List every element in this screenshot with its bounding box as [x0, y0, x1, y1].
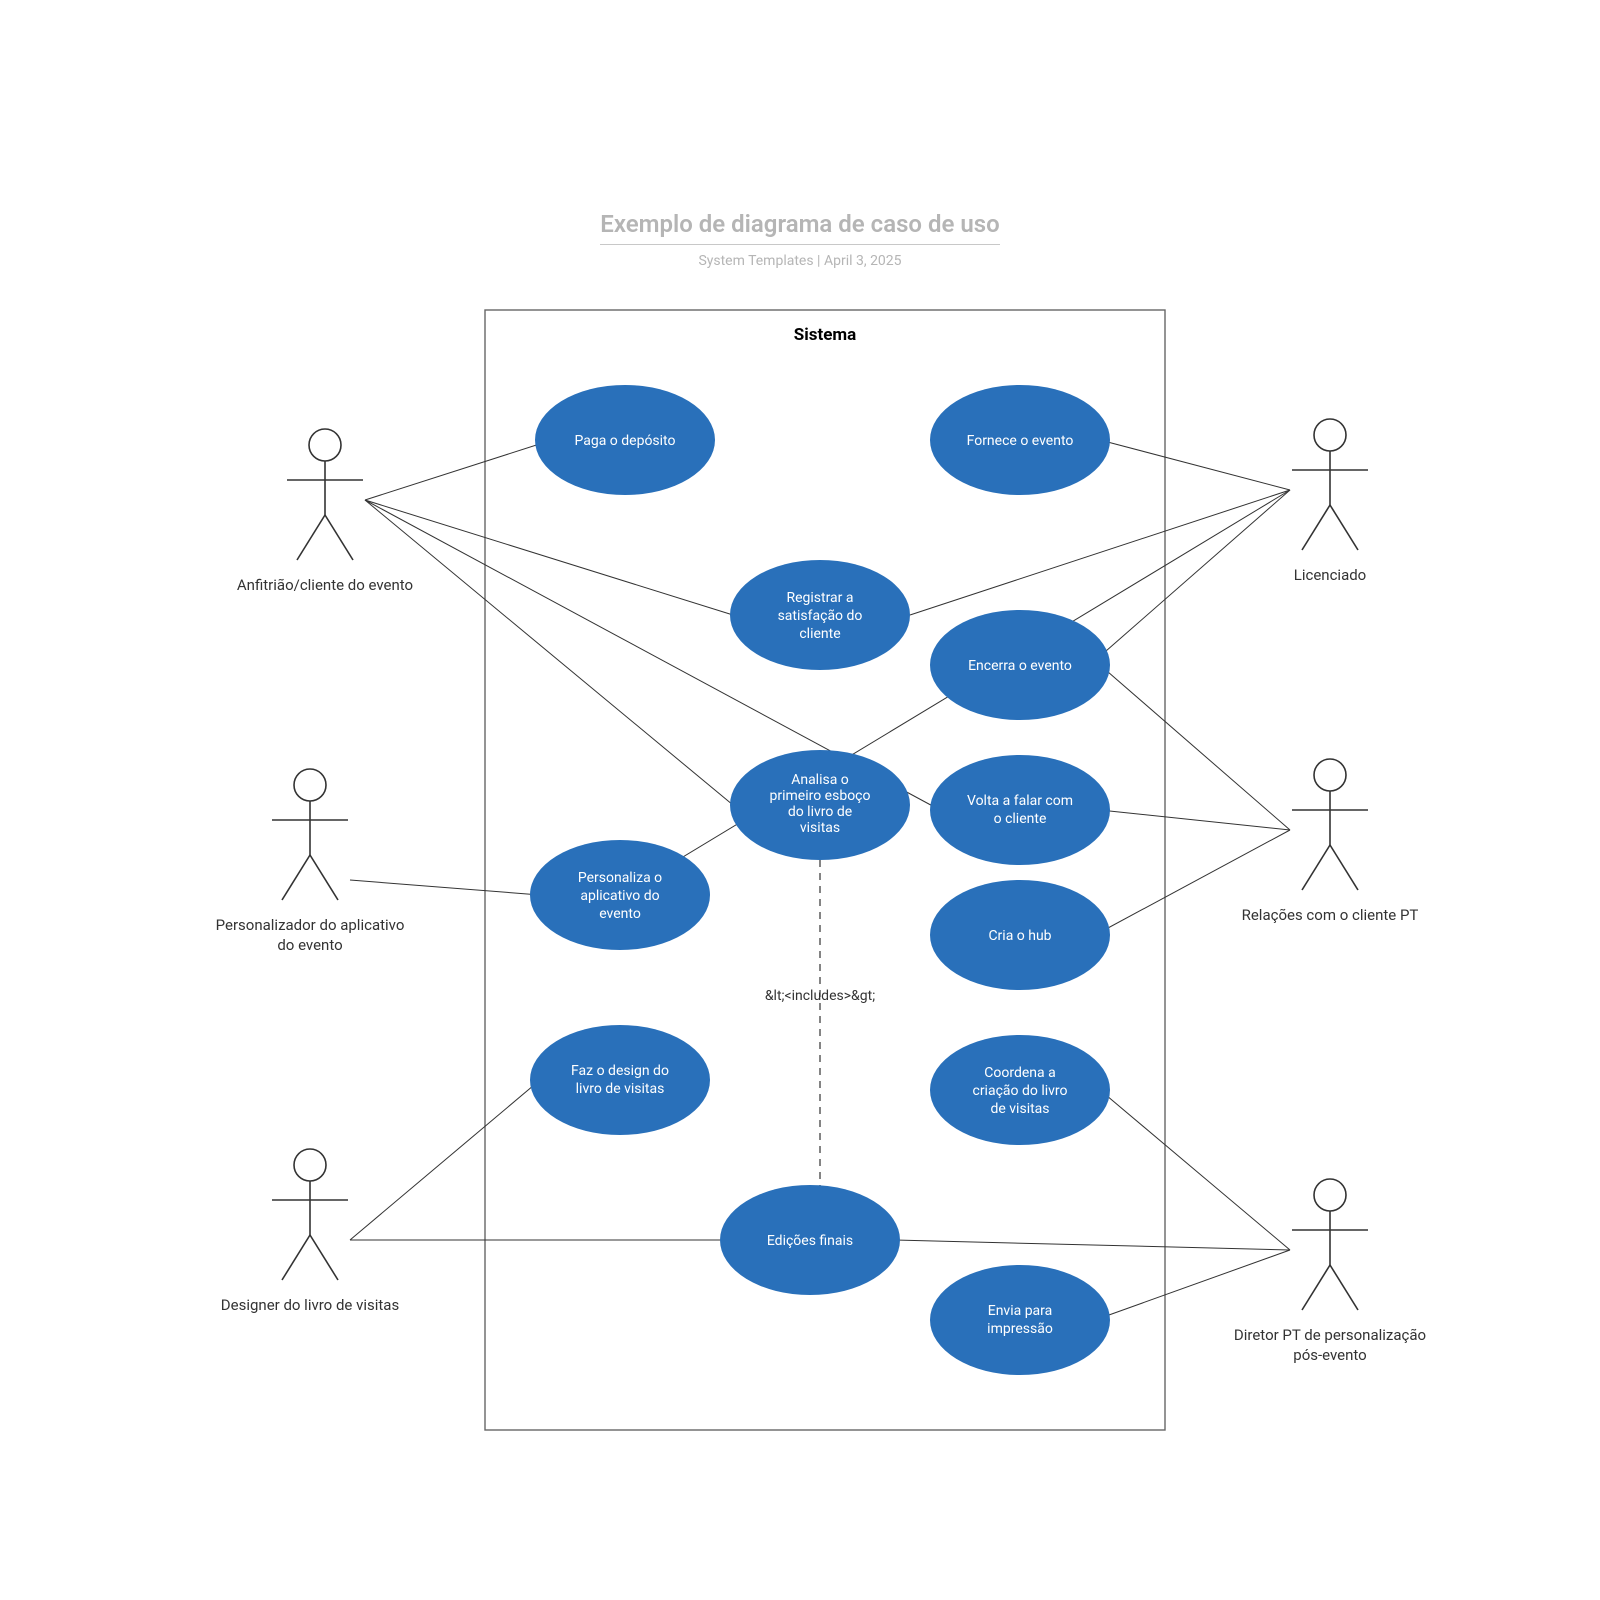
svg-text:do evento: do evento [277, 936, 342, 954]
usecase-register: Registrar a satisfação do cliente [730, 560, 910, 670]
actor-director: Diretor PT de personalização pós-evento [1234, 1179, 1426, 1364]
svg-text:cliente: cliente [799, 626, 840, 642]
svg-text:Relações com o cliente PT: Relações com o cliente PT [1242, 906, 1419, 924]
svg-text:Coordena a: Coordena a [984, 1065, 1055, 1081]
svg-text:Encerra o evento: Encerra o evento [968, 658, 1072, 674]
svg-text:pós-evento: pós-evento [1293, 1346, 1366, 1364]
svg-text:Edições finais: Edições finais [767, 1233, 853, 1249]
usecase-pay: Paga o depósito [535, 385, 715, 495]
svg-text:evento: evento [599, 906, 641, 922]
svg-text:do livro de: do livro de [788, 804, 852, 820]
svg-text:Cria o hub: Cria o hub [988, 928, 1051, 944]
actor-designer: Designer do livro de visitas [221, 1149, 399, 1314]
svg-text:primeiro esboço: primeiro esboço [770, 788, 871, 804]
svg-text:livro de visitas: livro de visitas [576, 1081, 665, 1097]
svg-text:Registrar a: Registrar a [786, 590, 853, 606]
usecase-design: Faz o design do livro de visitas [530, 1025, 710, 1135]
svg-text:Diretor PT de personalização: Diretor PT de personalização [1234, 1326, 1426, 1344]
actor-customizer: Personalizador do aplicativo do evento [216, 769, 405, 954]
usecase-followup: Volta a falar com o cliente [930, 755, 1110, 865]
svg-text:Licenciado: Licenciado [1294, 566, 1367, 584]
svg-text:de visitas: de visitas [990, 1101, 1049, 1117]
usecase-print: Envia para impressão [930, 1265, 1110, 1375]
svg-text:Personaliza o: Personaliza o [578, 870, 662, 886]
svg-text:Anfitrião/cliente do evento: Anfitrião/cliente do evento [237, 576, 413, 594]
usecase-provide: Fornece o evento [930, 385, 1110, 495]
usecase-review: Analisa o primeiro esboço do livro de vi… [730, 750, 910, 860]
svg-text:Personalizador do aplicativo: Personalizador do aplicativo [216, 916, 405, 934]
usecase-customize: Personaliza o aplicativo do evento [530, 840, 710, 950]
svg-text:Fornece o evento: Fornece o evento [967, 433, 1074, 449]
svg-text:impressão: impressão [987, 1321, 1053, 1337]
actor-licensee: Licenciado [1292, 419, 1368, 584]
usecase-diagram: Sistema &lt;<includes>&gt; Paga o depósi… [0, 0, 1600, 1600]
svg-text:visitas: visitas [800, 820, 840, 836]
system-label: Sistema [794, 325, 856, 345]
svg-text:Paga o depósito: Paga o depósito [574, 433, 675, 449]
svg-text:Faz o design do: Faz o design do [571, 1063, 669, 1079]
usecase-final: Edições finais [720, 1185, 900, 1295]
usecase-coord: Coordena a criação do livro de visitas [930, 1035, 1110, 1145]
svg-text:Volta a falar com: Volta a falar com [967, 793, 1073, 809]
svg-text:o cliente: o cliente [994, 811, 1047, 827]
svg-text:Analisa o: Analisa o [791, 772, 849, 788]
svg-text:satisfação do: satisfação do [778, 608, 863, 624]
svg-text:criação do livro: criação do livro [972, 1083, 1067, 1099]
includes-label: &lt;<includes>&gt; [765, 988, 875, 1004]
svg-text:aplicativo do: aplicativo do [580, 888, 659, 904]
usecase-hub: Cria o hub [930, 880, 1110, 990]
svg-text:Envia para: Envia para [988, 1303, 1053, 1319]
svg-text:Designer do livro de visitas: Designer do livro de visitas [221, 1296, 399, 1314]
usecase-close: Encerra o evento [930, 610, 1110, 720]
